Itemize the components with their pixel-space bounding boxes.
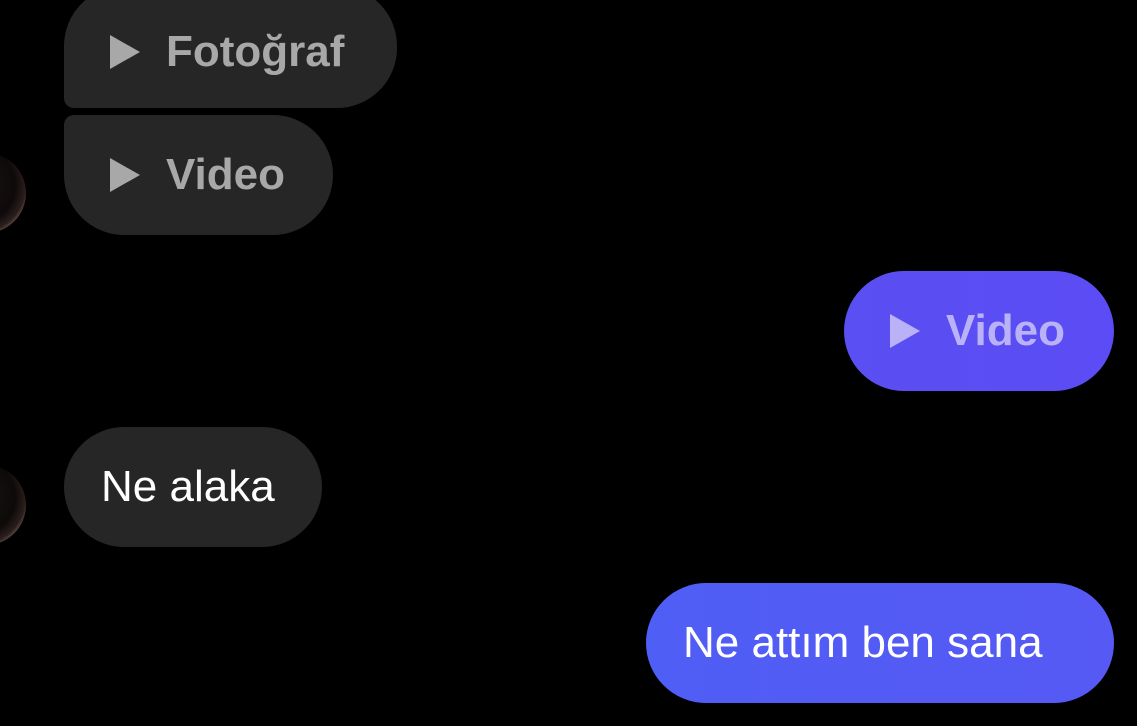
media-label: Video — [166, 150, 286, 199]
message-bubble-video-outgoing[interactable]: Video — [844, 271, 1114, 391]
message-text: Ne alaka — [101, 462, 275, 511]
avatar[interactable] — [0, 465, 26, 545]
play-icon — [110, 158, 140, 192]
play-icon — [890, 314, 920, 348]
message-bubble-photo[interactable]: Fotoğraf — [64, 0, 397, 108]
media-label: Fotoğraf — [166, 27, 345, 76]
message-bubble-text[interactable]: Ne alaka — [64, 427, 322, 547]
message-bubble-text-outgoing[interactable]: Ne attım ben sana — [646, 583, 1114, 703]
message-bubble-video[interactable]: Video — [64, 115, 333, 235]
chat-thread: Fotoğraf Video Video Ne alaka Ne attım b… — [0, 0, 1137, 726]
message-text: Ne attım ben sana — [683, 618, 1043, 667]
play-icon — [110, 35, 140, 69]
media-label: Video — [946, 306, 1066, 355]
avatar[interactable] — [0, 153, 26, 233]
